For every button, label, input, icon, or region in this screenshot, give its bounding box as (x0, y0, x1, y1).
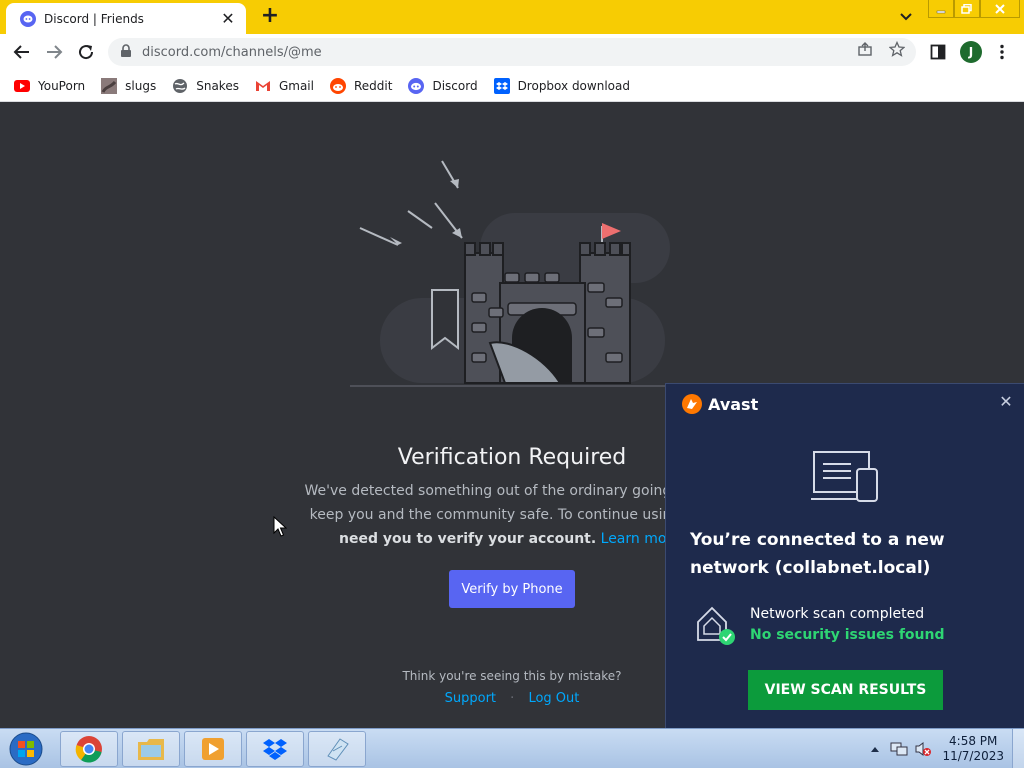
bookmark-youporn[interactable]: YouPorn (14, 78, 85, 94)
taskbar-chrome[interactable] (60, 731, 118, 767)
restore-button[interactable] (954, 0, 980, 18)
tab-search-chevron-icon[interactable] (896, 6, 916, 26)
image-icon (101, 77, 118, 94)
volume-muted-icon[interactable] (914, 740, 932, 758)
avast-headline: You’re connected to a new network (colla… (690, 530, 945, 578)
profile-avatar[interactable]: J (960, 41, 982, 63)
tab-title: Discord | Friends (44, 11, 144, 26)
bookmark-dropbox-download[interactable]: Dropbox download (493, 77, 630, 94)
taskbar-notepad[interactable] (308, 731, 366, 767)
view-scan-results-button[interactable]: VIEW SCAN RESULTS (748, 670, 943, 710)
taskbar-media-player[interactable] (184, 731, 242, 767)
avast-brand: Avast (682, 394, 758, 414)
bookmark-slugs[interactable]: slugs (101, 77, 156, 94)
discord-icon (408, 77, 425, 94)
avast-notification: Avast ✕ You’re connected to a new networ… (665, 383, 1024, 728)
show-desktop-button[interactable] (1012, 729, 1024, 768)
kebab-menu-icon[interactable] (992, 42, 1012, 62)
tab-close-icon[interactable]: ✕ (220, 9, 236, 28)
scan-result: No security issues found (750, 627, 945, 643)
taskbar-file-explorer[interactable] (122, 731, 180, 767)
start-button[interactable] (6, 731, 46, 767)
chrome-icon (75, 736, 102, 763)
forward-arrow-icon[interactable] (42, 40, 66, 64)
system-tray: 4:58 PM 11/7/2023 (866, 729, 1024, 768)
avast-close-icon[interactable]: ✕ (998, 394, 1014, 410)
bookmark-gmail[interactable]: Gmail (255, 78, 314, 94)
close-window-button[interactable] (980, 0, 1020, 18)
bookmark-reddit[interactable]: Reddit (329, 77, 392, 94)
minimize-button[interactable] (928, 0, 954, 18)
tray-expand-icon[interactable] (866, 740, 884, 758)
dropbox-icon (263, 739, 287, 760)
windows-taskbar: 4:58 PM 11/7/2023 (0, 728, 1024, 768)
dropbox-icon (493, 77, 510, 94)
network-device-icon (811, 451, 878, 502)
url-text: discord.com/channels/@me (142, 44, 322, 60)
network-icon[interactable] (890, 740, 908, 758)
gmail-icon (255, 78, 271, 94)
link-separator: · (510, 691, 515, 706)
globe-icon (172, 78, 188, 94)
scan-status: Network scan completed (750, 606, 925, 622)
castle-illustration (350, 160, 670, 387)
bookmarks-bar: YouPorn slugs Snakes Gmail Reddit Discor… (0, 70, 1024, 102)
windows-logo-icon (9, 732, 43, 766)
mouse-cursor-icon (273, 516, 287, 537)
discord-icon (20, 10, 36, 27)
system-clock[interactable]: 4:58 PM 11/7/2023 (942, 734, 1004, 764)
home-network-shield-icon (697, 606, 735, 645)
tab-strip: Discord | Friends ✕ + (0, 0, 1024, 34)
bookmark-star-icon[interactable] (888, 40, 906, 58)
folder-icon (138, 739, 164, 760)
support-link[interactable]: Support (445, 691, 496, 706)
bookmark-snakes[interactable]: Snakes (172, 78, 239, 94)
share-icon[interactable] (856, 40, 874, 58)
bookmark-discord[interactable]: Discord (408, 77, 478, 94)
avast-logo-icon (682, 394, 702, 414)
clock-time: 4:58 PM (949, 734, 998, 748)
address-bar[interactable]: discord.com/channels/@me (108, 38, 916, 66)
new-tab-button[interactable]: + (258, 4, 282, 28)
reddit-icon (329, 77, 346, 94)
browser-tab[interactable]: Discord | Friends ✕ (6, 3, 246, 34)
taskbar-dropbox[interactable] (246, 731, 304, 767)
verify-by-phone-button[interactable]: Verify by Phone (449, 570, 575, 608)
browser-toolbar: discord.com/channels/@me J (0, 34, 1024, 70)
youtube-style-icon (14, 78, 30, 94)
notepad-icon (327, 738, 349, 761)
clock-date: 11/7/2023 (942, 749, 1004, 763)
media-player-icon (202, 738, 224, 760)
lock-icon[interactable] (120, 43, 132, 62)
back-arrow-icon[interactable] (10, 40, 34, 64)
reload-icon[interactable] (74, 40, 98, 64)
side-panel-icon[interactable] (928, 42, 948, 62)
logout-link[interactable]: Log Out (528, 691, 579, 706)
